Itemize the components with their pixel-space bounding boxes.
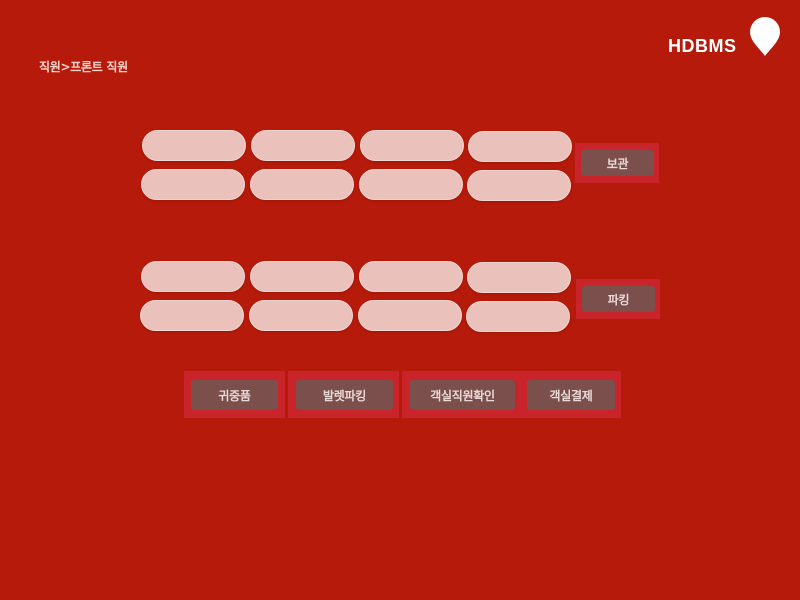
parking-field[interactable] <box>359 261 463 292</box>
room-payment-button[interactable]: 객실결제 <box>527 380 615 410</box>
parking-field[interactable] <box>466 301 570 332</box>
storage-field[interactable] <box>251 130 355 161</box>
valuables-button[interactable]: 귀중품 <box>191 380 278 410</box>
room-staff-check-button[interactable]: 객실직원확인 <box>410 380 515 410</box>
parking-field[interactable] <box>141 261 245 292</box>
valet-parking-button[interactable]: 발렛파킹 <box>296 380 393 410</box>
storage-field[interactable] <box>142 130 246 161</box>
parking-field[interactable] <box>140 300 244 331</box>
storage-field[interactable] <box>467 170 571 201</box>
storage-field[interactable] <box>360 130 464 161</box>
storage-button[interactable]: 보관 <box>581 150 654 176</box>
brand-name: HDBMS <box>668 36 737 56</box>
parking-field[interactable] <box>250 261 354 292</box>
parking-field[interactable] <box>467 262 571 293</box>
parking-field[interactable] <box>249 300 353 331</box>
storage-field[interactable] <box>359 169 463 200</box>
parking-field[interactable] <box>358 300 462 331</box>
storage-field[interactable] <box>468 131 572 162</box>
map-pin-icon <box>750 17 780 56</box>
storage-field[interactable] <box>141 169 245 200</box>
parking-button[interactable]: 파킹 <box>582 286 655 312</box>
storage-field[interactable] <box>250 169 354 200</box>
breadcrumb: 직원>프론트 직원 <box>39 60 128 74</box>
